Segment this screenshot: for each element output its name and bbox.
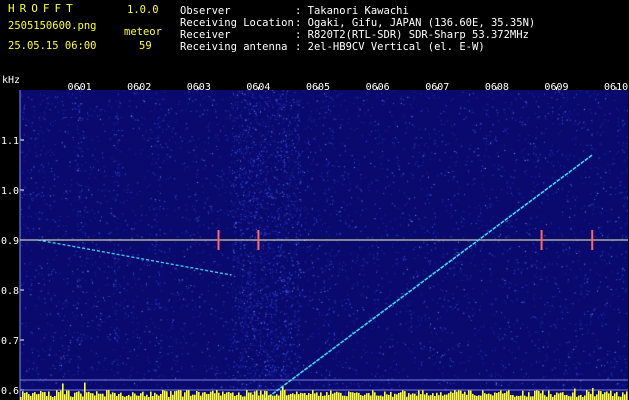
- count-label: meteor: [124, 26, 162, 38]
- header-panel: HROFFT 1.0.0 2505150600.png meteor 25.05…: [0, 0, 629, 74]
- date-time: 25.05.15 06:00: [8, 40, 97, 52]
- location-value: : Ogaki, Gifu, JAPAN (136.60E, 35.35N): [295, 17, 536, 29]
- y-tick-label: 1.1: [1, 136, 19, 147]
- file-name: 2505150600.png: [8, 20, 97, 32]
- y-tick-label: 0.8: [1, 286, 19, 297]
- receiver-label: Receiver: [180, 29, 231, 41]
- antenna-label: Receiving antenna: [180, 41, 288, 53]
- antenna-value: : 2el-HB9CV Vertical (el. E-W): [295, 41, 485, 53]
- location-label: Receiving Location: [180, 17, 294, 29]
- receiver-value: : R820T2(RTL-SDR) SDR-Sharp 53.372MHz: [295, 29, 529, 41]
- count-value: 59: [139, 40, 152, 52]
- y-tick-label: 1.0: [1, 186, 19, 197]
- y-tick-label: 0.7: [1, 336, 19, 347]
- spectrogram-canvas: [20, 90, 628, 400]
- y-axis-label: kHz: [2, 75, 20, 86]
- y-tick-label: 0.6: [1, 386, 19, 397]
- app-title: HROFFT: [8, 2, 78, 15]
- y-tick-label: 0.9: [1, 236, 19, 247]
- observer-value: : Takanori Kawachi: [295, 5, 409, 17]
- app-version: 1.0.0: [127, 4, 159, 16]
- observer-label: Observer: [180, 5, 231, 17]
